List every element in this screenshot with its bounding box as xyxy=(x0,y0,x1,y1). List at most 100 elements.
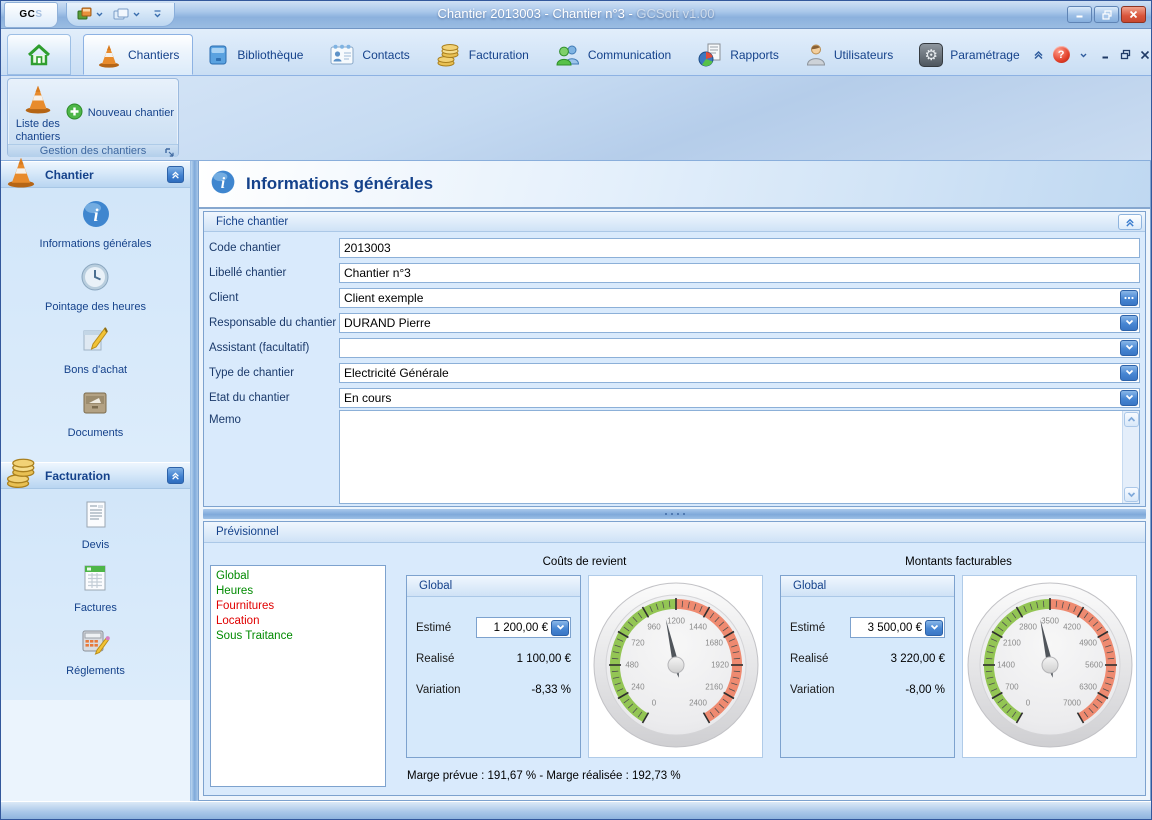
field-label: Assistant (facultatif) xyxy=(209,342,339,354)
sidebar-item-documents[interactable]: Documents xyxy=(68,387,124,439)
memo-scrollbar[interactable] xyxy=(1122,411,1139,503)
help-dropdown-icon[interactable] xyxy=(1079,51,1088,59)
realise-value: 3 220,00 € xyxy=(850,653,945,665)
tab-contacts[interactable]: Contacts xyxy=(316,34,422,75)
sidebar-splitter[interactable] xyxy=(191,161,198,801)
chevron-down-icon[interactable] xyxy=(1120,315,1138,331)
collapse-group-icon[interactable] xyxy=(167,166,184,183)
chevron-down-icon[interactable] xyxy=(1120,340,1138,356)
tab-facturation[interactable]: Facturation xyxy=(423,34,542,75)
tab-bibliotheque[interactable]: Bibliothèque xyxy=(193,34,316,75)
sidebar-item-informations-generales[interactable]: i Informations générales xyxy=(40,198,152,250)
variation-value: -8,33 % xyxy=(476,684,571,696)
sidebar-item-devis[interactable]: Devis xyxy=(81,499,111,551)
list-item-fournitures[interactable]: Fournitures xyxy=(216,599,380,614)
window-layout-icon[interactable] xyxy=(113,8,129,21)
coins-icon xyxy=(436,42,462,68)
sidebar-item-reglements[interactable]: Réglements xyxy=(66,625,125,677)
help-icon[interactable]: ? xyxy=(1053,46,1070,63)
chevron-down-icon[interactable] xyxy=(551,620,569,636)
svg-text:1400: 1400 xyxy=(997,660,1015,669)
svg-text:4900: 4900 xyxy=(1079,638,1097,647)
type-chantier-select[interactable] xyxy=(340,366,1120,380)
tab-rapports[interactable]: Rapports xyxy=(684,34,792,75)
nav-group-header-facturation[interactable]: Facturation xyxy=(1,462,190,489)
field-label: Code chantier xyxy=(209,242,339,254)
svg-text:1920: 1920 xyxy=(711,660,729,669)
tab-chantiers[interactable]: Chantiers xyxy=(83,34,193,75)
estime-input[interactable]: 1 200,00 € xyxy=(476,617,571,638)
chevron-down-icon[interactable] xyxy=(1120,390,1138,406)
mdi-restore-icon[interactable] xyxy=(1120,49,1131,60)
tab-communication[interactable]: Communication xyxy=(542,34,684,75)
contact-card-icon xyxy=(329,43,355,67)
tab-parametrage[interactable]: ⚙ Paramétrage xyxy=(906,34,1032,75)
field-row-responsable: Responsable du chantier xyxy=(209,310,1140,335)
svg-text:2400: 2400 xyxy=(689,698,707,707)
horizontal-splitter[interactable] xyxy=(203,509,1146,519)
page-title: Informations générales xyxy=(246,174,433,194)
client-browse-button[interactable] xyxy=(1120,290,1138,306)
button-label: Nouveau chantier xyxy=(88,107,174,119)
svg-text:480: 480 xyxy=(625,660,639,669)
field-label: Memo xyxy=(209,410,339,426)
layout-dropdown-icon[interactable] xyxy=(132,10,141,18)
tab-utilisateurs[interactable]: Utilisateurs xyxy=(792,34,906,75)
client-input[interactable] xyxy=(340,291,1120,305)
liste-des-chantiers-button[interactable]: Liste des chantiers xyxy=(12,82,64,144)
sidebar-item-factures[interactable]: Factures xyxy=(74,562,117,614)
restore-button[interactable] xyxy=(1094,6,1119,23)
list-item-sous-traitance[interactable]: Sous Traitance xyxy=(216,629,380,644)
tab-home[interactable] xyxy=(7,34,71,75)
memo-textarea[interactable] xyxy=(339,410,1140,504)
tab-label: Facturation xyxy=(469,48,529,62)
assistant-select[interactable] xyxy=(340,341,1120,355)
list-item-location[interactable]: Location xyxy=(216,614,380,629)
chevron-down-icon[interactable] xyxy=(925,620,943,636)
realise-value: 1 100,00 € xyxy=(476,653,571,665)
tab-label: Chantiers xyxy=(128,48,179,62)
chevron-down-icon[interactable] xyxy=(1120,365,1138,381)
sidebar-item-pointage-des-heures[interactable]: Pointage des heures xyxy=(45,261,146,313)
collapse-group-icon[interactable] xyxy=(167,467,184,484)
svg-text:3500: 3500 xyxy=(1041,616,1059,625)
couts-global-panel: Global Estimé 1 200,00 € xyxy=(406,575,581,758)
svg-text:240: 240 xyxy=(631,682,645,691)
ribbon: Liste des chantiers Nouveau chantier Ges… xyxy=(1,76,1151,161)
nouveau-chantier-button[interactable]: Nouveau chantier xyxy=(66,103,174,123)
collapse-ribbon-icon[interactable] xyxy=(1033,49,1044,60)
list-item-heures[interactable]: Heures xyxy=(216,584,380,599)
scroll-up-icon[interactable] xyxy=(1124,412,1139,427)
traffic-cone-icon xyxy=(97,42,121,68)
responsable-select[interactable] xyxy=(340,316,1120,330)
collapse-panel-icon[interactable] xyxy=(1118,214,1142,230)
previsionnel-panel: Prévisionnel Global Heures Fournitures L… xyxy=(203,521,1146,796)
quick-access-dropdown-icon[interactable] xyxy=(95,10,104,18)
code-chantier-input[interactable] xyxy=(340,241,1138,255)
home-icon xyxy=(26,43,52,67)
close-button[interactable] xyxy=(1121,6,1146,23)
field-label: Type de chantier xyxy=(209,367,339,379)
sidebar-item-bons-achat[interactable]: Bons d'achat xyxy=(64,324,127,376)
app-logo[interactable]: GCS xyxy=(4,2,58,28)
ribbon-group-label: Gestion des chantiers xyxy=(40,145,146,157)
application-window: GCS Chantier 2013003 - Chantier n°3 - GC… xyxy=(0,0,1152,820)
file-drawer-icon xyxy=(79,387,111,422)
mdi-close-icon[interactable] xyxy=(1140,50,1150,60)
switch-windows-icon[interactable] xyxy=(77,7,92,21)
estime-input[interactable]: 3 500,00 € xyxy=(850,617,945,638)
fiche-chantier-panel: Fiche chantier Code chantier Libellé cha… xyxy=(203,211,1146,507)
list-item-global[interactable]: Global xyxy=(216,569,380,584)
gear-icon: ⚙ xyxy=(919,43,943,67)
mdi-minimize-icon[interactable] xyxy=(1101,50,1111,60)
dialog-launcher-icon[interactable] xyxy=(165,148,175,158)
qat-overflow-icon[interactable] xyxy=(153,10,162,19)
libelle-chantier-input[interactable] xyxy=(340,266,1138,280)
etat-chantier-select[interactable] xyxy=(340,391,1120,405)
tabstrip-right-controls: ? xyxy=(1033,34,1152,75)
nav-group-title: Facturation xyxy=(45,469,110,483)
quick-access-toolbar xyxy=(66,3,175,27)
nav-group-header-chantier[interactable]: Chantier xyxy=(1,161,190,188)
minimize-button[interactable] xyxy=(1067,6,1092,23)
scroll-down-icon[interactable] xyxy=(1124,487,1139,502)
